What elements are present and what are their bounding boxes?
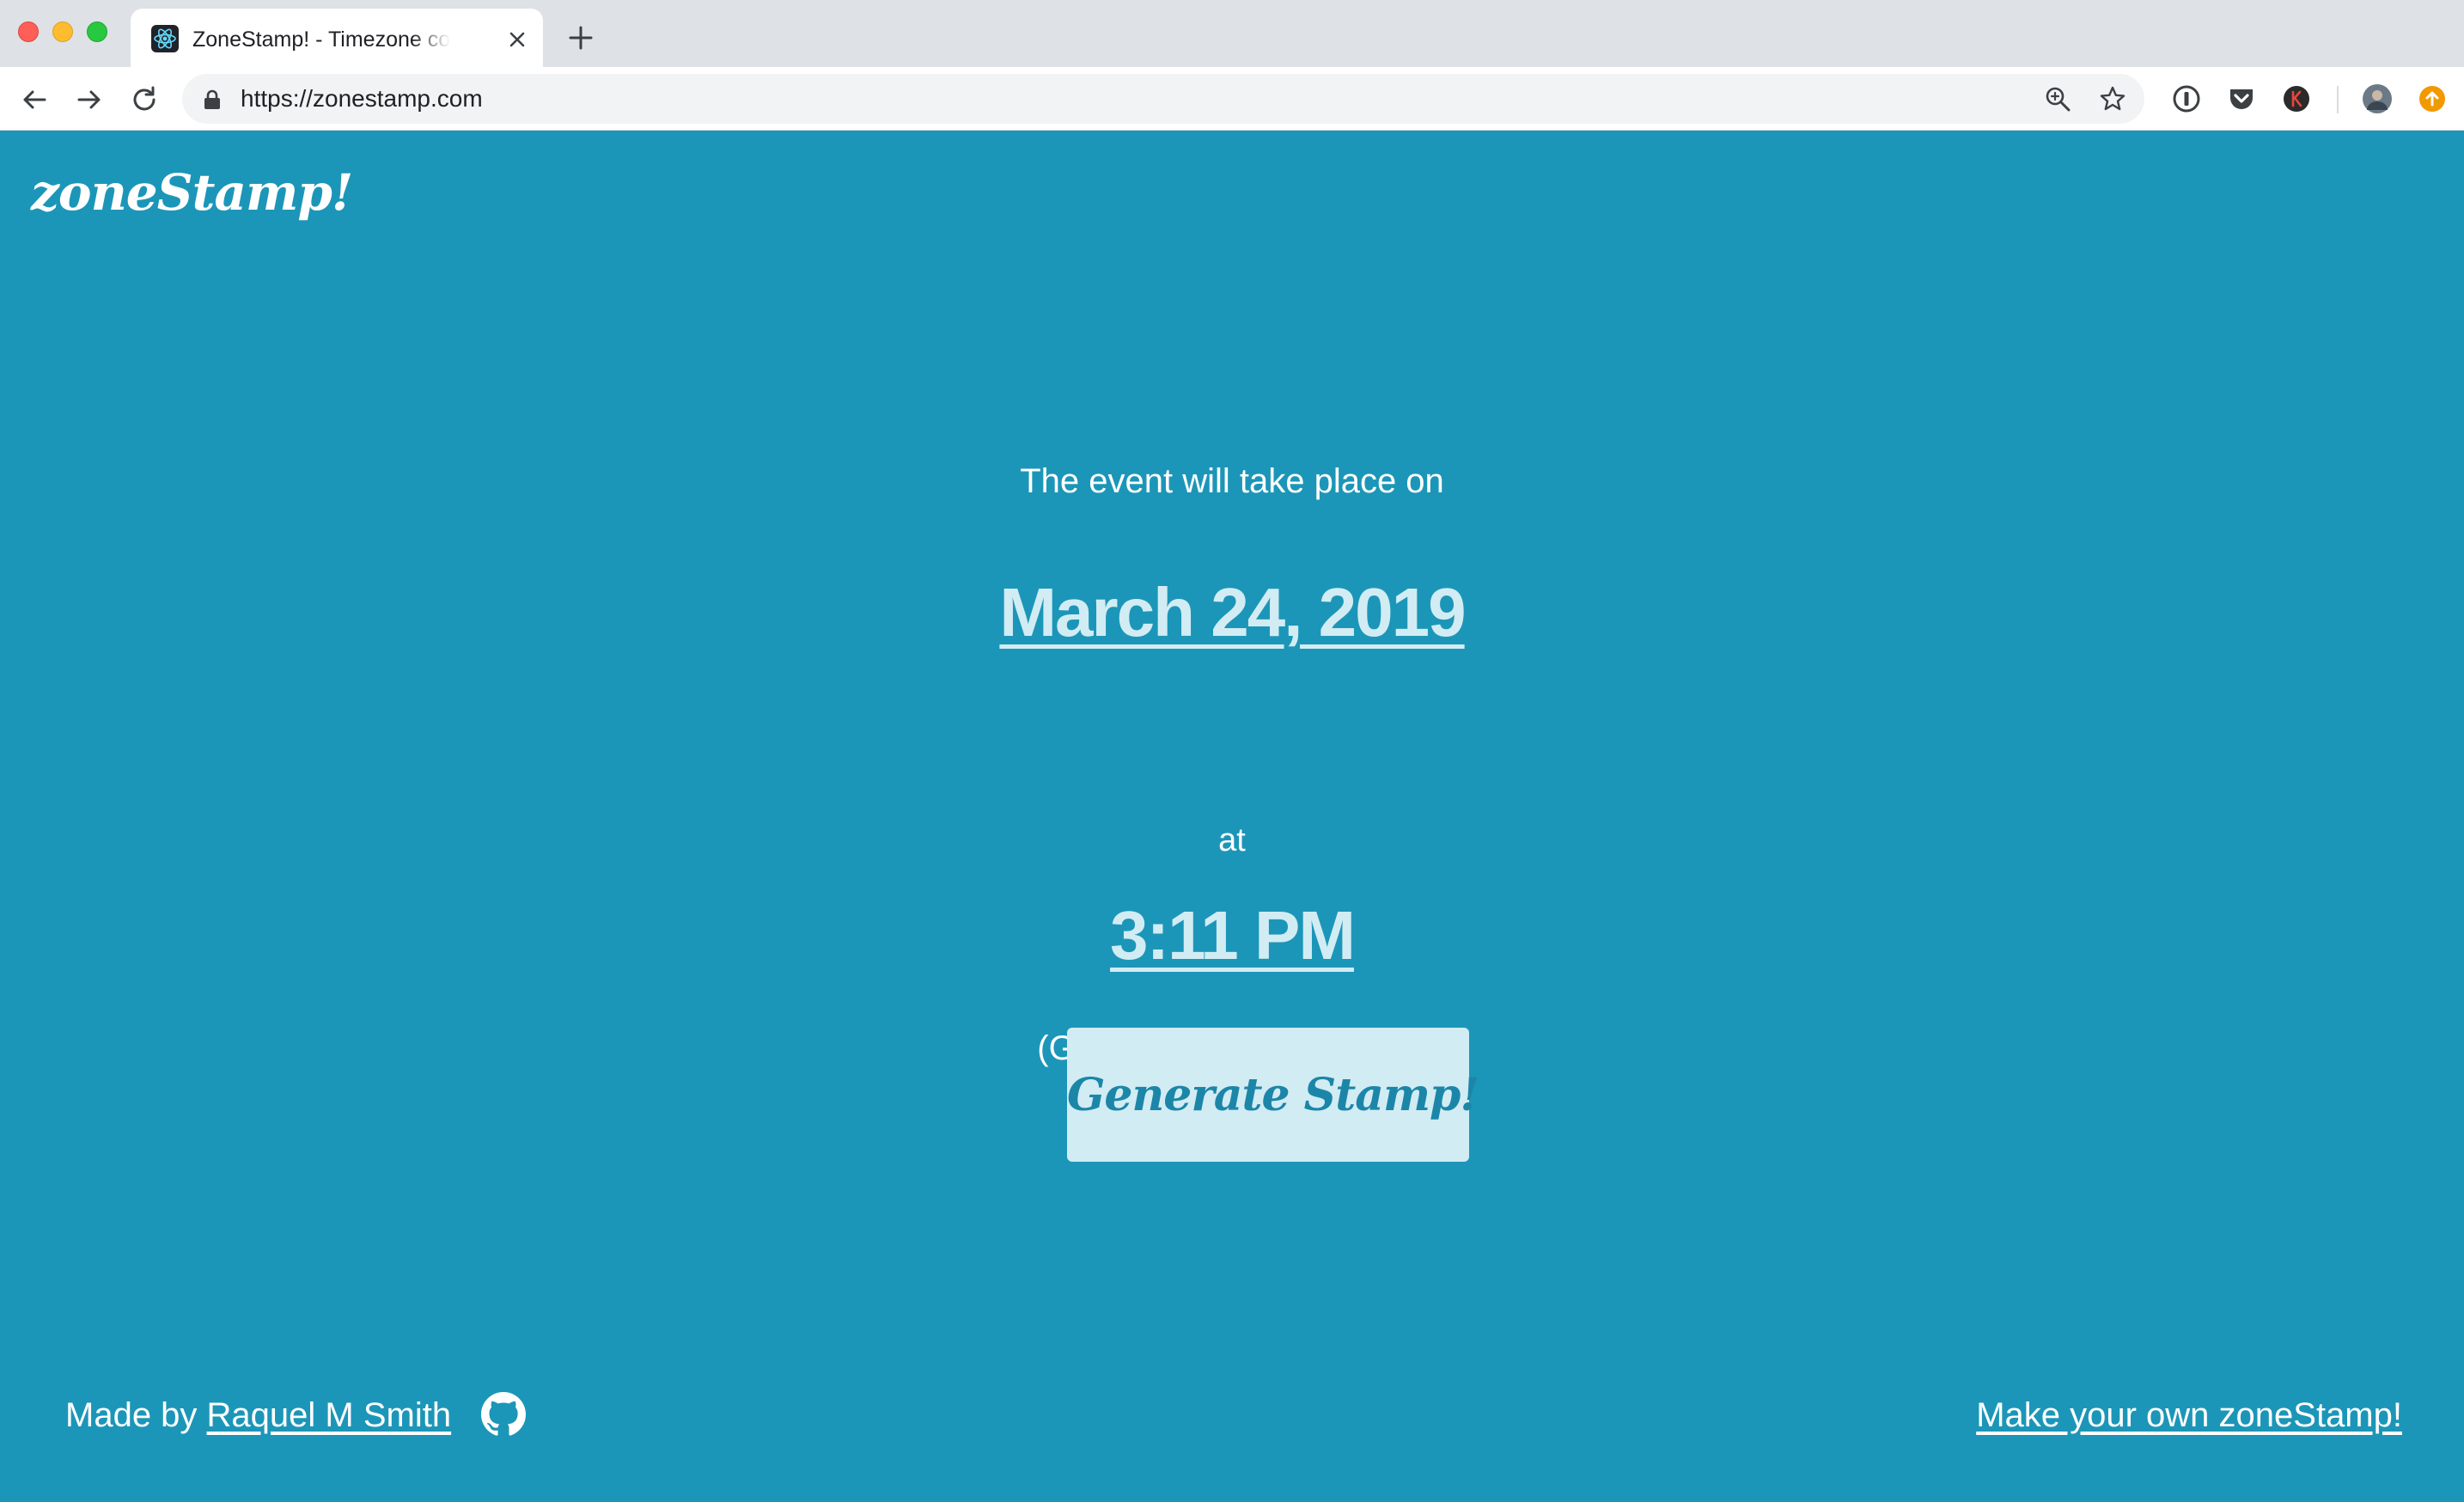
pocket-icon[interactable]	[2225, 82, 2258, 115]
generate-stamp-button[interactable]: Generate Stamp!	[1067, 1028, 1479, 1162]
event-time-link[interactable]: 3:11 PM	[1110, 897, 1356, 974]
toolbar-divider	[2337, 86, 2339, 113]
event-time: 3:11 PM	[0, 888, 2464, 983]
bookmark-star-icon[interactable]	[2098, 84, 2127, 113]
browser-tab-bar: ZoneStamp! - Timezone converter	[0, 0, 2464, 67]
react-icon	[151, 25, 179, 52]
footer-credit: Made by Raquel M Smith	[65, 1385, 451, 1445]
update-available-icon[interactable]	[2416, 82, 2449, 115]
page-content: zoneStamp! The event will take place on …	[0, 131, 2464, 1502]
tab-title: ZoneStamp! - Timezone converter	[192, 27, 450, 52]
k-extension-icon[interactable]	[2280, 82, 2313, 115]
made-by-text: Made by	[65, 1396, 198, 1434]
event-date: March 24, 2019	[0, 565, 2464, 660]
close-window-button[interactable]	[18, 21, 39, 42]
browser-toolbar: https://zonestamp.com	[0, 67, 2464, 131]
maximize-window-button[interactable]	[87, 21, 107, 42]
tab-close-icon[interactable]	[502, 24, 533, 55]
browser-tab-active[interactable]: ZoneStamp! - Timezone converter	[131, 9, 543, 67]
url-text[interactable]: https://zonestamp.com	[241, 82, 483, 115]
forward-arrow-icon[interactable]	[72, 82, 107, 117]
back-arrow-icon[interactable]	[17, 82, 52, 117]
make-your-own-link[interactable]: Make your own zoneStamp!	[1976, 1396, 2402, 1434]
address-bar[interactable]: https://zonestamp.com	[182, 74, 2144, 124]
zoom-icon[interactable]	[2043, 84, 2072, 113]
github-icon[interactable]	[481, 1392, 526, 1437]
reload-icon[interactable]	[127, 82, 162, 117]
minimize-window-button[interactable]	[52, 21, 73, 42]
footer-cta: Make your own zoneStamp!	[1976, 1385, 2402, 1445]
lock-icon	[203, 89, 222, 110]
author-link[interactable]: Raquel M Smith	[207, 1396, 452, 1434]
event-intro-text: The event will take place on	[1020, 462, 1444, 500]
event-date-link[interactable]: March 24, 2019	[999, 574, 1466, 650]
profile-avatar-icon[interactable]	[2361, 82, 2394, 115]
new-tab-plus-icon[interactable]	[564, 21, 598, 55]
at-text: at	[1218, 822, 1246, 858]
password-manager-icon[interactable]	[2170, 82, 2203, 115]
site-logo[interactable]: zoneStamp!	[31, 163, 353, 222]
